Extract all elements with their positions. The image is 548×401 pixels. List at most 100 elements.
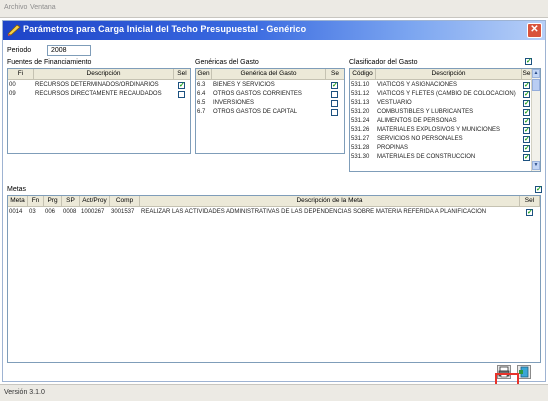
fuentes-grid: Fi Descripción Sel 00 RECURSOS DETERMINA… [7,68,191,154]
metas-header-sp: SP [62,196,80,207]
fuentes-code: 09 [9,91,16,97]
fuentes-header-desc: Descripción [34,69,174,80]
periodo-input[interactable]: 2008 [47,45,91,56]
menu-ventana[interactable]: Ventana [30,4,56,11]
clasificador-checkbox[interactable] [523,117,530,125]
genericas-code: 6.7 [197,109,206,115]
clasificador-code: 531.27 [351,136,370,142]
metas-header-sel: Sel [520,196,540,207]
clasificador-desc: SERVICIOS NO PERSONALES [377,136,463,142]
metas-header-fn: Fn [28,196,44,207]
clasificador-checkbox[interactable] [523,90,530,98]
clasificador-code: 531.30 [351,154,370,160]
fuentes-header-fi: Fi [8,69,34,80]
parameters-dialog: Parámetros para Carga Inicial del Techo … [2,20,546,397]
scroll-up-icon[interactable]: ▲ [532,69,540,78]
metas-prg: 006 [45,209,56,215]
clasificador-checkbox[interactable] [523,153,530,161]
version-text: Versión 3.1.0 [4,389,45,396]
clasificador-select-all-checkbox[interactable] [525,57,532,65]
table-row[interactable]: 6.4 OTROS GASTOS CORRIENTES [196,90,344,99]
clasificador-grid: Código Descripción Se 531.10 VIATICOS Y … [349,68,541,172]
fuentes-code: 00 [9,82,16,88]
dialog-titlebar: Parámetros para Carga Inicial del Techo … [3,21,545,40]
metas-actproy: 1000267 [81,209,105,215]
scroll-thumb[interactable] [532,79,540,91]
metas-header-actproy: Act/Proy [80,196,110,207]
clasificador-code: 531.26 [351,127,370,133]
table-row[interactable]: 531.24 ALIMENTOS DE PERSONAS [350,117,540,126]
clasificador-desc: COMBUSTIBLES Y LUBRICANTES [377,109,474,115]
genericas-desc: BIENES Y SERVICIOS [213,82,275,88]
exit-button[interactable] [517,365,531,379]
menu-bar: Archivo Ventana [0,0,548,18]
fuentes-desc: RECURSOS DETERMINADOS/ORDINARIOS [35,82,159,88]
table-row[interactable]: 6.3 BIENES Y SERVICIOS [196,81,344,90]
clasificador-desc: VESTUARIO [377,100,412,106]
genericas-label: Genéricas del Gasto [195,59,259,66]
clasificador-desc: PROPINAS [377,145,409,151]
metas-sp: 0008 [63,209,77,215]
clasificador-checkbox[interactable] [523,135,530,143]
genericas-header-desc: Genérica del Gasto [212,69,326,80]
table-row[interactable]: 531.13 VESTUARIO [350,99,540,108]
table-row[interactable]: 531.27 SERVICIOS NO PERSONALES [350,135,540,144]
clasificador-checkbox[interactable] [523,126,530,134]
clasificador-checkbox[interactable] [523,81,530,89]
genericas-header-sel: Se [326,69,344,80]
fuentes-desc: RECURSOS DIRECTAMENTE RECAUDADOS [35,91,162,97]
genericas-desc: INVERSIONES [213,100,255,106]
table-row[interactable]: 531.28 PROPINAS [350,144,540,153]
genericas-checkbox[interactable] [331,81,338,89]
metas-select-all-checkbox[interactable] [535,185,542,193]
table-row[interactable]: 0014 03 006 0008 1000267 3001537 REALIZA… [8,208,540,217]
fuentes-checkbox[interactable] [178,91,185,98]
table-row[interactable]: 09 RECURSOS DIRECTAMENTE RECAUDADOS [8,90,190,99]
pencil-icon [7,24,21,36]
clasificador-checkbox[interactable] [523,108,530,116]
clasificador-code: 531.20 [351,109,370,115]
genericas-checkbox[interactable] [331,109,338,116]
clasificador-desc: MATERIALES EXPLOSIVOS Y MUNICIONES [377,127,501,133]
table-row[interactable]: 531.30 MATERIALES DE CONSTRUCCION [350,153,540,162]
table-row[interactable]: 00 RECURSOS DETERMINADOS/ORDINARIOS [8,81,190,90]
exit-door-icon [519,366,529,378]
table-row[interactable]: 6.7 OTROS GASTOS DE CAPITAL [196,108,344,117]
genericas-checkbox[interactable] [331,91,338,98]
clasificador-code: 531.12 [351,91,370,97]
clasificador-code: 531.13 [351,100,370,106]
metas-header-comp: Comp [110,196,140,207]
clasificador-checkbox[interactable] [523,99,530,107]
menu-archivo[interactable]: Archivo [4,4,27,11]
fuentes-label: Fuentes de Financiamiento [7,59,92,66]
genericas-code: 6.3 [197,82,206,88]
table-row[interactable]: 531.12 VIATICOS Y FLETES (CAMBIO DE COLO… [350,90,540,99]
metas-grid: Meta Fn Prg SP Act/Proy Comp Descripción… [7,195,541,363]
clasificador-scrollbar[interactable]: ▲ ▼ [531,69,540,171]
fuentes-checkbox[interactable] [178,81,185,89]
scroll-down-icon[interactable]: ▼ [532,161,540,170]
genericas-desc: OTROS GASTOS CORRIENTES [213,91,302,97]
fuentes-header-sel: Sel [174,69,190,80]
clasificador-code: 531.28 [351,145,370,151]
table-row[interactable]: 531.20 COMBUSTIBLES Y LUBRICANTES [350,108,540,117]
clasificador-desc: VIATICOS Y FLETES (CAMBIO DE COLOCACION) [377,91,516,97]
genericas-checkbox[interactable] [331,100,338,107]
clasificador-desc: VIATICOS Y ASIGNACIONES [377,82,458,88]
table-row[interactable]: 6.5 INVERSIONES [196,99,344,108]
status-bar: Versión 3.1.0 [0,384,548,401]
close-button[interactable]: ✕ [527,23,542,38]
metas-meta: 0014 [9,209,23,215]
genericas-code: 6.5 [197,100,206,106]
table-row[interactable]: 531.26 MATERIALES EXPLOSIVOS Y MUNICIONE… [350,126,540,135]
clasificador-checkbox[interactable] [523,144,530,152]
metas-header-desc: Descripción de la Meta [140,196,520,207]
metas-checkbox[interactable] [526,208,533,216]
genericas-header-gen: Gen [196,69,212,80]
metas-label: Metas [7,186,27,193]
genericas-grid: Gen Genérica del Gasto Se 6.3 BIENES Y S… [195,68,345,154]
table-row[interactable]: 531.10 VIATICOS Y ASIGNACIONES [350,81,540,90]
clasificador-desc: MATERIALES DE CONSTRUCCION [377,154,476,160]
clasificador-code: 531.24 [351,118,370,124]
metas-fn: 03 [29,209,36,215]
